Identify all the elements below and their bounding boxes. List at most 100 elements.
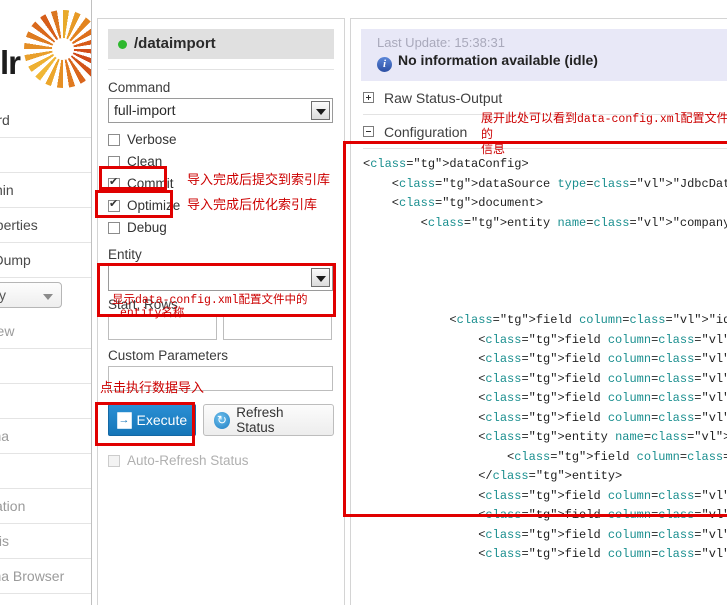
sidebar-item-query[interactable]: ery [0,384,91,419]
refresh-status-button[interactable]: ↻ Refresh Status [202,404,334,436]
sidebar-item-label: gins / Stats [0,594,91,605]
sidebar-nav-global: board ng Admin Properties ad Dump [0,103,91,278]
clean-checkbox[interactable] [108,156,120,168]
execute-button-label: Execute [136,412,188,428]
solr-admin-dataimport-screen: lr board ng Admin Properties ad Dump y e… [0,0,727,605]
rows-input[interactable] [223,315,332,340]
command-label: Command [108,80,171,95]
raw-status-output-section-header[interactable]: Raw Status-Output [363,81,727,115]
page-title: /dataimport [108,29,334,59]
annotation-configuration: 展开此处可以看到data-config.xml配置文件中的信息 [481,111,727,157]
status-message: No information available (idle) [398,52,598,68]
xml-line: <class="tg">field column=class="vl">"dom… [363,410,727,425]
sidebar-item-dashboard[interactable]: board [0,103,91,138]
sidebar-item-label: ad Dump [0,252,31,268]
xml-line: <class="tg">field column=class="vl">"mon… [363,488,727,503]
solr-logo[interactable]: lr [0,0,91,103]
xml-line: <class="tg">field column=class="vl">"man… [363,352,727,366]
xml-line [363,233,727,253]
divider [108,69,334,70]
expand-plus-icon[interactable] [363,92,374,103]
collapse-minus-icon[interactable] [363,126,374,137]
xml-line: <class="tg">field column=class="vl">"id"… [363,449,727,464]
sidebar-item-label: ng [0,138,91,172]
last-update-text: Last Update: 15:38:31 [377,35,505,50]
clean-label: Clean [127,154,163,169]
xml-line: <class="tg">dataSource type=class="vl">"… [363,176,727,191]
sidebar-item-label: erview [0,323,15,339]
xml-line: <class="tg">field column=class="vl">"pro… [363,508,727,522]
sidebar-item-label: nema [0,428,10,444]
sidebar-item-label: nfig [0,454,91,488]
sidebar-item-thread-dump[interactable]: ad Dump [0,243,91,278]
debug-checkbox-row[interactable]: Debug [108,217,334,239]
xml-line: <class="tg">entity name=class="vl">"main… [363,430,727,444]
execute-button[interactable]: Execute [108,404,196,436]
sidebar-item-label: g [0,349,91,383]
annotation-configuration-line2: 信息 [481,142,506,156]
sidebar-item-label: alysis [0,533,10,549]
configuration-section-header[interactable]: Configuration 展开此处可以看到data-config.xml配置文… [363,111,727,156]
verbose-checkbox-row[interactable]: Verbose [108,129,334,151]
sidebar-item-label: ery [0,384,91,418]
annotation-configuration-b: data-config.xml [577,113,681,126]
chevron-down-icon[interactable] [311,101,330,120]
xml-line: <class="tg">entity name=class="vl">"comp… [363,215,727,230]
auto-refresh-checkbox[interactable] [108,455,120,467]
xml-line: <class="tg">field column=class="vl">"mai… [363,371,727,386]
annotation-text-optimize: 导入完成后优化索引库 [187,197,318,212]
refresh-status-label: Refresh Status [236,405,284,435]
sidebar-item-overview[interactable]: erview [0,314,91,349]
sidebar-item-ping[interactable]: g [0,349,91,384]
sidebar-item-java-properties[interactable]: Properties [0,208,91,243]
raw-status-output-label: Raw Status-Output [384,90,503,106]
solr-sunburst-logo-icon [24,10,91,88]
commit-checkbox[interactable] [108,175,120,190]
sidebar-item-replication[interactable]: plication [0,489,91,524]
sidebar-item-schema-browser[interactable]: nema Browser [0,559,91,594]
commit-label: Commit [127,176,174,191]
xml-line [363,253,727,273]
status-dot-icon [118,39,127,49]
verbose-label: Verbose [127,132,177,147]
auto-refresh-row[interactable]: Auto-Refresh Status [108,450,334,472]
xml-line: <class="tg">document> [363,196,544,210]
command-select-value: full-import [114,102,176,118]
sidebar-item-analysis[interactable]: alysis [0,524,91,559]
sidebar-item-plugins-stats[interactable]: gins / Stats [0,594,91,605]
entity-select[interactable] [108,265,333,291]
xml-line [363,292,727,312]
debug-label: Debug [127,220,167,235]
core-selector-value: y [0,287,6,303]
verbose-checkbox[interactable] [108,134,120,146]
sidebar-item-core-admin[interactable]: Admin [0,173,91,208]
xml-line: <class="tg">field column=class="vl">"id"… [363,313,727,327]
content-area: /dataimport Command full-import Verbose … [92,0,727,605]
xml-line [363,272,727,292]
core-selector[interactable]: y [0,282,62,308]
refresh-icon: ↻ [213,411,231,429]
dataimport-status-panel: Last Update: 15:38:31 i No information av… [350,18,727,605]
debug-checkbox[interactable] [108,222,120,234]
xml-line: <class="tg">field column=class="vl">"yea… [363,527,727,542]
xml-line: <class="tg">field column=class="vl">"pro… [363,547,727,561]
optimize-checkbox[interactable] [108,197,120,212]
sidebar-item-config[interactable]: nfig [0,454,91,489]
sidebar-item-logging[interactable]: ng [0,138,91,173]
sidebar-item-label: plication [0,498,26,514]
custom-parameters-label: Custom Parameters [108,348,229,363]
action-buttons: Execute ↻ Refresh Status [108,404,334,436]
chevron-down-icon[interactable] [311,268,330,287]
configuration-label: Configuration [384,124,468,140]
sidebar-item-label: Properties [0,217,38,233]
sidebar-item-schema[interactable]: nema [0,419,91,454]
xml-line: </class="tg">entity> [363,469,623,483]
sidebar-item-label: Admin [0,182,14,198]
xml-line: <class="tg">dataConfig> [363,157,529,171]
xml-line: <class="tg">field column=class="vl">"isS… [363,391,727,405]
sidebar: lr board ng Admin Properties ad Dump y e… [0,0,92,605]
annotation-configuration-a: 展开此处可以看到 [481,111,578,125]
info-icon: i [377,57,392,72]
command-select[interactable]: full-import [108,98,333,123]
execute-icon [116,411,132,429]
